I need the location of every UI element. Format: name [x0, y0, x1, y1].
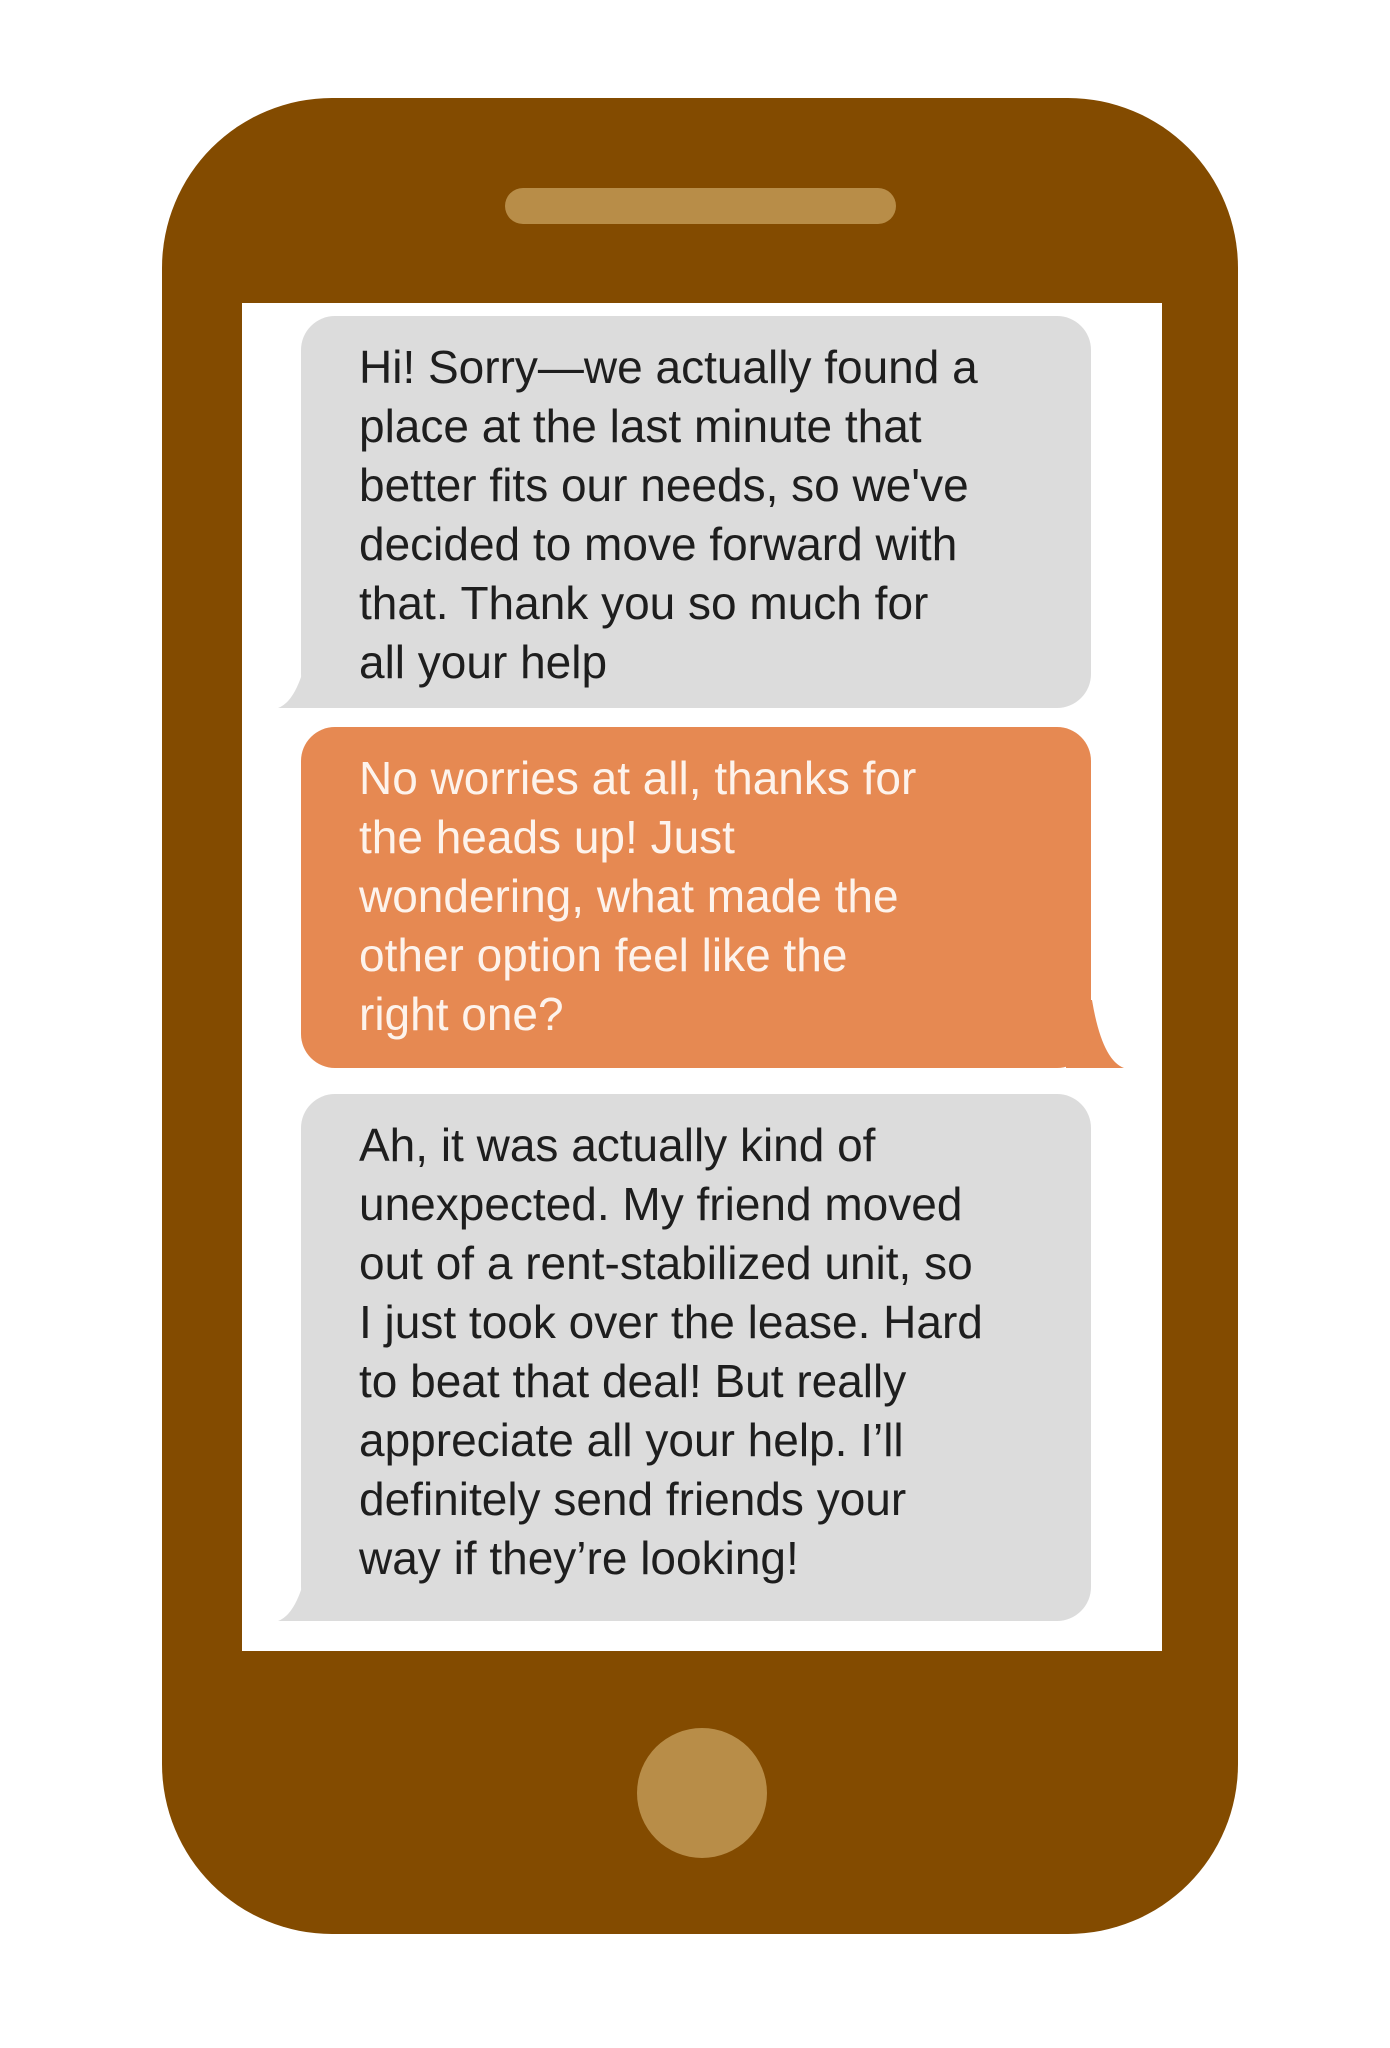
speaker-slot [505, 188, 896, 224]
message-bubble-received: Ah, it was actually kind of unexpected. … [301, 1094, 1091, 1621]
message-bubble-received: Hi! Sorry—we actually found a place at t… [301, 316, 1091, 708]
home-button[interactable] [637, 1728, 767, 1858]
message-bubble-sent: No worries at all, thanks for the heads … [301, 727, 1091, 1068]
